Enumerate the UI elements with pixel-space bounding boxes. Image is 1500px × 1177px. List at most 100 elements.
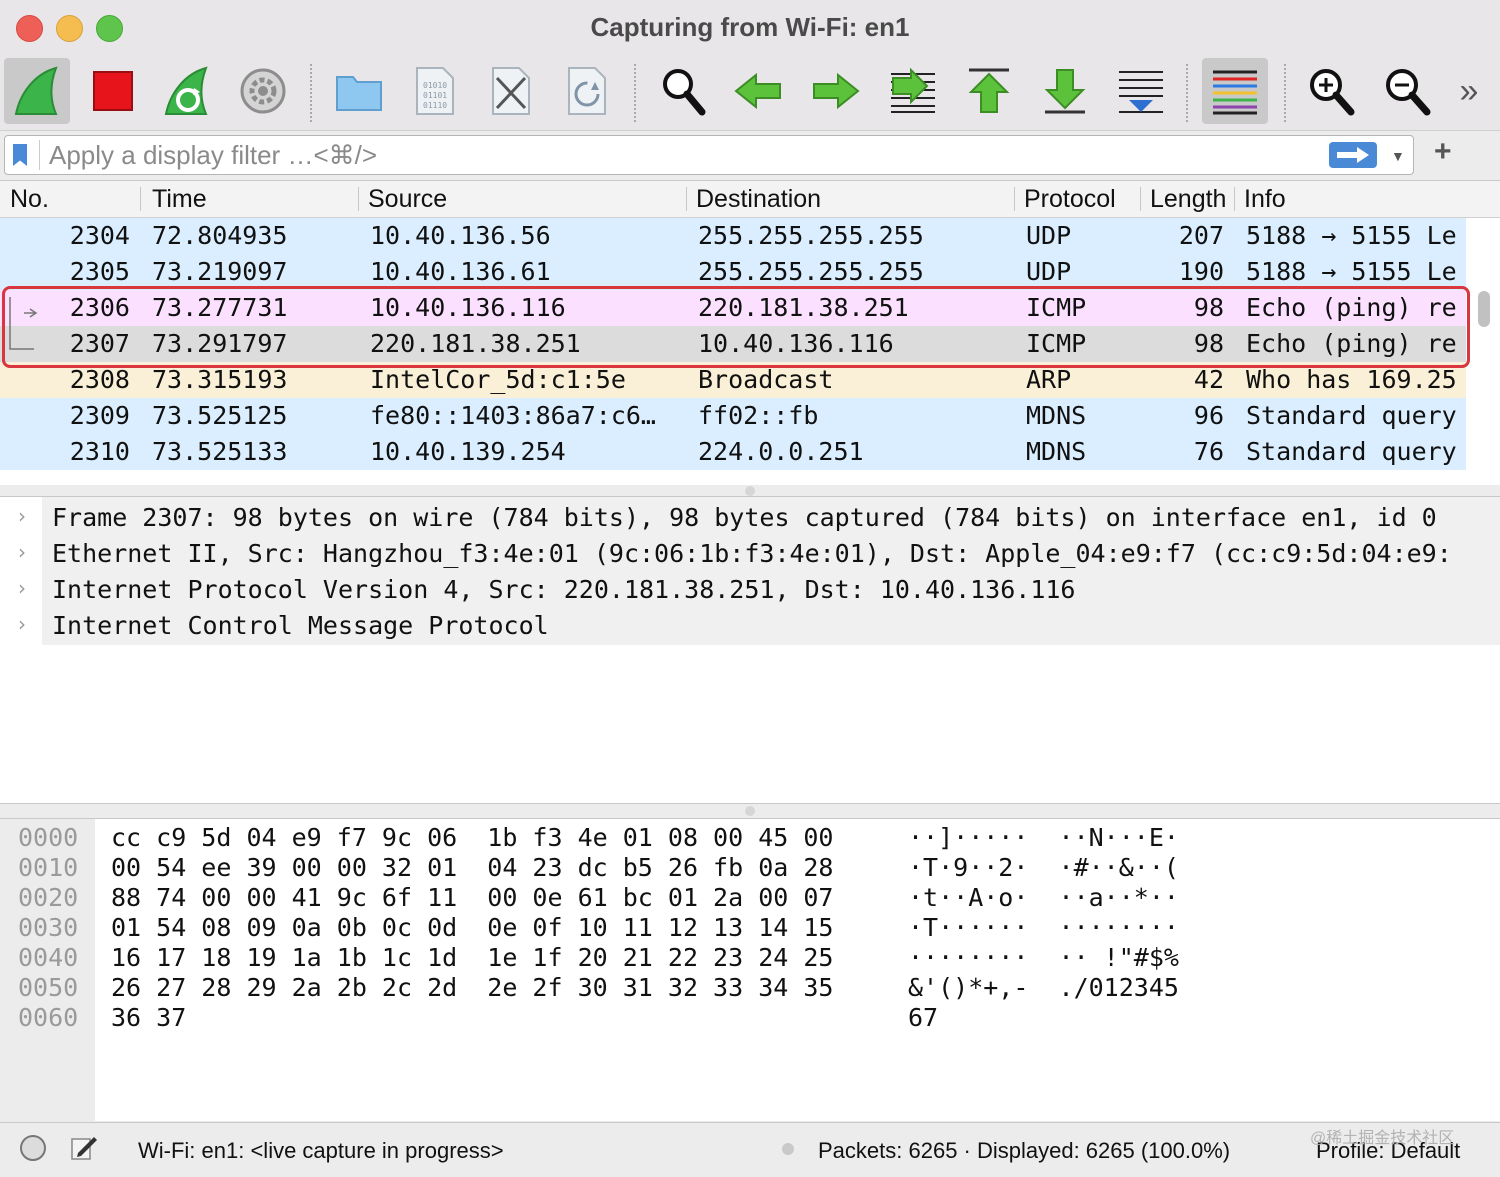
- goto-packet-icon: [891, 67, 935, 113]
- column-header-no[interactable]: No.: [10, 185, 49, 214]
- detail-tree-item[interactable]: › Internet Protocol Version 4, Src: 220.1…: [0, 572, 1500, 608]
- packet-row[interactable]: 2310 73.525133 10.40.139.254 224.0.0.251 MDN…: [0, 434, 1466, 470]
- chevron-right-icon[interactable]: ›: [18, 540, 26, 564]
- packet-cell-info: Standard query 0: [1246, 437, 1466, 466]
- packet-cell-protocol: ARP: [1026, 365, 1072, 394]
- packet-cell-info: 5188 → 5155 Le: [1246, 221, 1457, 250]
- column-header-source[interactable]: Source: [368, 185, 447, 214]
- packet-details[interactable]: › Frame 2307: 98 bytes on wire (784 bits)…: [0, 496, 1500, 804]
- expert-info-icon[interactable]: [20, 1135, 46, 1161]
- add-filter-button[interactable]: +: [1434, 135, 1452, 169]
- stop-capture-button[interactable]: [80, 58, 146, 124]
- column-header-destination[interactable]: Destination: [696, 185, 821, 214]
- more-button[interactable]: »: [1444, 58, 1494, 124]
- go-forward-button[interactable]: [802, 58, 868, 124]
- bytes-row[interactable]: 0010 00 54 ee 39 00 00 32 01 04 23 dc b5 …: [0, 851, 1500, 882]
- capture-comment-icon[interactable]: [70, 1133, 98, 1167]
- column-separator[interactable]: [686, 187, 687, 211]
- column-separator[interactable]: [1140, 187, 1141, 211]
- bytes-offset: 0020: [18, 883, 79, 912]
- column-header-time[interactable]: Time: [152, 185, 207, 214]
- bytes-offset: 0030: [18, 913, 79, 942]
- restart-capture-button[interactable]: [154, 58, 220, 124]
- pane-splitter-handle[interactable]: [745, 486, 755, 496]
- start-capture-button[interactable]: [4, 58, 70, 124]
- packet-cell-time: 73.219097: [152, 257, 288, 286]
- go-last-button[interactable]: [1032, 58, 1098, 124]
- pane-splitter-handle[interactable]: [745, 806, 755, 816]
- bytes-offset: 0060: [18, 1003, 79, 1032]
- double-chevron-right-icon: »: [1459, 71, 1479, 110]
- column-header-info[interactable]: Info: [1244, 185, 1286, 214]
- packet-cell-protocol: UDP: [1026, 257, 1072, 286]
- detail-tree-item[interactable]: › Internet Control Message Protocol: [0, 608, 1500, 644]
- filter-history-dropdown[interactable]: ▼: [1391, 148, 1405, 164]
- bytes-row[interactable]: 0000 cc c9 5d 04 e9 f7 9c 06 1b f3 4e 01 …: [0, 821, 1500, 852]
- packet-row[interactable]: 2308 73.315193 IntelCor_5d:c1:5e Broadcast A…: [0, 362, 1466, 398]
- column-separator[interactable]: [140, 187, 141, 211]
- zoom-out-button[interactable]: [1374, 58, 1440, 124]
- column-separator[interactable]: [1234, 187, 1235, 211]
- autoscroll-button[interactable]: [1108, 58, 1174, 124]
- find-packet-button[interactable]: [650, 58, 716, 124]
- packet-list[interactable]: No. Time Source Destination Protocol Len…: [0, 180, 1500, 485]
- save-file-button[interactable]: 01010 01101 01110: [402, 58, 468, 124]
- chevron-right-icon[interactable]: ›: [18, 612, 26, 636]
- bytes-hex: cc c9 5d 04 e9 f7 9c 06 1b f3 4e 01 08 0…: [111, 823, 834, 852]
- close-file-button[interactable]: [478, 58, 544, 124]
- open-file-button[interactable]: [326, 58, 392, 124]
- svg-text:01101: 01101: [423, 91, 447, 100]
- watermark: @稀土掘金技术社区: [1310, 1130, 1455, 1147]
- magnifier-icon: [663, 69, 706, 116]
- go-to-packet-button[interactable]: [880, 58, 946, 124]
- bytes-row[interactable]: 0050 26 27 28 29 2a 2b 2c 2d 2e 2f 30 31 …: [0, 971, 1500, 1002]
- restart-fin-icon: [164, 66, 208, 115]
- column-separator[interactable]: [1014, 187, 1015, 211]
- display-filter-input[interactable]: Apply a display filter …<⌘/> ▼: [4, 135, 1414, 175]
- detail-tree-item[interactable]: › Ethernet II, Src: Hangzhou_f3:4e:01 (9c…: [0, 536, 1500, 572]
- packet-row[interactable]: 2307 73.291797 220.181.38.251 10.40.136.116…: [0, 326, 1466, 362]
- packet-cell-no: 2309: [69, 401, 130, 430]
- reload-file-button[interactable]: [554, 58, 620, 124]
- binary-file-icon: 010100110101110: [416, 67, 454, 115]
- packet-cell-no: 2304: [69, 221, 130, 250]
- packet-cell-protocol: UDP: [1026, 221, 1072, 250]
- packet-row[interactable]: 2306 73.277731 10.40.136.116 220.181.38.251…: [0, 290, 1466, 326]
- column-header-protocol[interactable]: Protocol: [1024, 185, 1116, 214]
- bookmark-icon[interactable]: [13, 144, 27, 166]
- gear-icon: [240, 68, 286, 114]
- colorize-button[interactable]: [1202, 58, 1268, 124]
- chevron-right-icon[interactable]: ›: [18, 576, 26, 600]
- packet-cell-time: 72.804935: [152, 221, 288, 250]
- go-back-button[interactable]: [726, 58, 792, 124]
- detail-tree-item[interactable]: › Frame 2307: 98 bytes on wire (784 bits)…: [0, 500, 1500, 536]
- packet-row[interactable]: 2305 73.219097 10.40.136.61 255.255.255.255…: [0, 254, 1466, 290]
- column-header-length[interactable]: Length: [1150, 185, 1226, 214]
- packet-cell-length: 76: [1193, 437, 1224, 466]
- capture-options-button[interactable]: [230, 58, 296, 124]
- bytes-row[interactable]: 0020 88 74 00 00 41 9c 6f 11 00 0e 61 bc …: [0, 881, 1500, 912]
- zoom-in-button[interactable]: [1298, 58, 1364, 124]
- bytes-hex: 16 17 18 19 1a 1b 1c 1d 1e 1f 20 21 22 2…: [111, 943, 834, 972]
- bytes-hex: 26 27 28 29 2a 2b 2c 2d 2e 2f 30 31 32 3…: [111, 973, 834, 1002]
- bytes-row[interactable]: 0060 36 37 67: [0, 1001, 1500, 1032]
- packet-cell-destination: 255.255.255.255: [698, 257, 924, 286]
- arrow-left-icon: [734, 72, 781, 110]
- packet-row[interactable]: 2304 72.804935 10.40.136.56 255.255.255.255…: [0, 218, 1466, 254]
- packet-cell-time: 73.315193: [152, 365, 288, 394]
- packet-cell-time: 73.525125: [152, 401, 288, 430]
- apply-filter-button[interactable]: [1329, 142, 1377, 168]
- packet-cell-protocol: MDNS: [1026, 401, 1087, 430]
- packet-bytes[interactable]: 0000 cc c9 5d 04 e9 f7 9c 06 1b f3 4e 01 …: [0, 818, 1500, 1121]
- bytes-row[interactable]: 0030 01 54 08 09 0a 0b 0c 0d 0e 0f 10 11 …: [0, 911, 1500, 942]
- packet-cell-destination: 10.40.136.116: [698, 329, 894, 358]
- chevron-right-icon[interactable]: ›: [18, 504, 26, 528]
- packet-row[interactable]: 2309 73.525125 fe80::1403:86a7:c6… ff02::fb…: [0, 398, 1466, 434]
- column-separator[interactable]: [358, 187, 359, 211]
- go-first-button[interactable]: [956, 58, 1022, 124]
- display-filter-bar: Apply a display filter …<⌘/> ▼: [0, 131, 1500, 179]
- packet-cell-protocol: MDNS: [1026, 437, 1087, 466]
- bytes-row[interactable]: 0040 16 17 18 19 1a 1b 1c 1d 1e 1f 20 21 …: [0, 941, 1500, 972]
- packet-list-scrollbar[interactable]: [1478, 291, 1490, 327]
- packet-cell-protocol: ICMP: [1026, 293, 1087, 322]
